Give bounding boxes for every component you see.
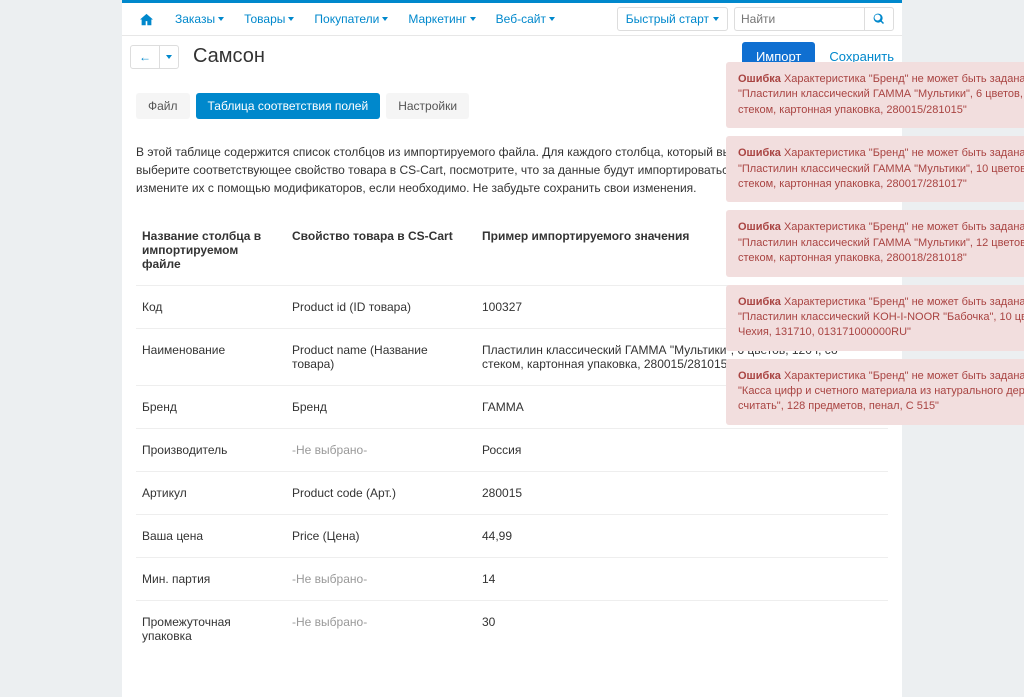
cell-column: Артикул [136, 472, 286, 515]
cell-property[interactable]: Product name (Название товара) [286, 329, 476, 386]
cell-column: Наименование [136, 329, 286, 386]
search-button[interactable] [864, 7, 894, 31]
cell-property[interactable]: Product id (ID товара) [286, 286, 476, 329]
table-row: Промежуточная упаковка-Не выбрано-30 [136, 601, 888, 658]
nav-label: Веб-сайт [496, 12, 546, 26]
quickstart-button[interactable]: Быстрый старт [617, 7, 728, 31]
page-title: Самсон [193, 45, 265, 68]
back-button[interactable]: ← [131, 46, 159, 68]
table-row: АртикулProduct code (Арт.)280015 [136, 472, 888, 515]
nav-item[interactable]: Покупатели [304, 6, 398, 32]
cell-property[interactable]: -Не выбрано- [286, 429, 476, 472]
alert-label: Ошибка [738, 73, 781, 85]
alert-error: Ошибка Характеристика "Бренд" не может б… [726, 359, 1024, 425]
table-row: Ваша ценаPrice (Цена)44,99 [136, 515, 888, 558]
alert-error: Ошибка Характеристика "Бренд" не может б… [726, 285, 1024, 351]
table-row: Мин. партия-Не выбрано-14 [136, 558, 888, 601]
nav-label: Товары [244, 12, 285, 26]
cell-column: Код [136, 286, 286, 329]
cell-example: 280015 [476, 472, 888, 515]
cell-property[interactable]: Product code (Арт.) [286, 472, 476, 515]
notifications: Ошибка Характеристика "Бренд" не может б… [726, 62, 1024, 425]
cell-column: Промежуточная упаковка [136, 601, 286, 658]
alert-error: Ошибка Характеристика "Бренд" не может б… [726, 136, 1024, 202]
cell-example: 30 [476, 601, 888, 658]
cell-column: Производитель [136, 429, 286, 472]
alert-message: Характеристика "Бренд" не может быть зад… [738, 147, 1024, 190]
nav-item[interactable]: Маркетинг [398, 6, 485, 32]
nav-item[interactable]: Заказы [165, 6, 234, 32]
tab-mapping[interactable]: Таблица соответствия полей [196, 93, 381, 119]
nav-label: Заказы [175, 12, 215, 26]
nav-item[interactable]: Товары [234, 6, 304, 32]
chevron-down-icon [549, 17, 555, 21]
tab-settings[interactable]: Настройки [386, 93, 469, 119]
chevron-down-icon [166, 55, 172, 59]
alert-error: Ошибка Характеристика "Бренд" не может б… [726, 62, 1024, 128]
search-input[interactable] [734, 7, 864, 31]
cell-property[interactable]: Бренд [286, 386, 476, 429]
th-file-column: Название столбца в импортируемом файле [136, 221, 286, 286]
alert-message: Характеристика "Бренд" не может быть зад… [738, 73, 1024, 116]
alert-label: Ошибка [738, 147, 781, 159]
chevron-down-icon [288, 17, 294, 21]
cell-property[interactable]: Price (Цена) [286, 515, 476, 558]
chevron-down-icon [713, 17, 719, 21]
alert-label: Ошибка [738, 370, 781, 382]
alert-label: Ошибка [738, 221, 781, 233]
tab-file[interactable]: Файл [136, 93, 190, 119]
chevron-down-icon [218, 17, 224, 21]
cell-column: Ваша цена [136, 515, 286, 558]
cell-example: 14 [476, 558, 888, 601]
table-row: Производитель-Не выбрано-Россия [136, 429, 888, 472]
alert-message: Характеристика "Бренд" не может быть зад… [738, 221, 1024, 264]
th-property: Свойство товара в CS-Cart [286, 221, 476, 286]
alert-label: Ошибка [738, 296, 781, 308]
alert-message: Характеристика "Бренд" не может быть зад… [738, 296, 1024, 339]
top-nav: ЗаказыТоварыПокупателиМаркетингВеб-сайт … [122, 0, 902, 36]
cell-property[interactable]: -Не выбрано- [286, 558, 476, 601]
alert-message: Характеристика "Бренд" не может быть зад… [738, 370, 1024, 413]
back-dropdown[interactable] [159, 46, 178, 68]
alert-error: Ошибка Характеристика "Бренд" не может б… [726, 210, 1024, 276]
cell-column: Бренд [136, 386, 286, 429]
chevron-down-icon [382, 17, 388, 21]
nav-label: Маркетинг [408, 12, 466, 26]
cell-property[interactable]: -Не выбрано- [286, 601, 476, 658]
chevron-down-icon [470, 17, 476, 21]
nav-item[interactable]: Веб-сайт [486, 6, 565, 32]
cell-column: Мин. партия [136, 558, 286, 601]
home-icon[interactable] [130, 7, 163, 32]
cell-example: Россия [476, 429, 888, 472]
nav-label: Покупатели [314, 12, 379, 26]
cell-example: 44,99 [476, 515, 888, 558]
